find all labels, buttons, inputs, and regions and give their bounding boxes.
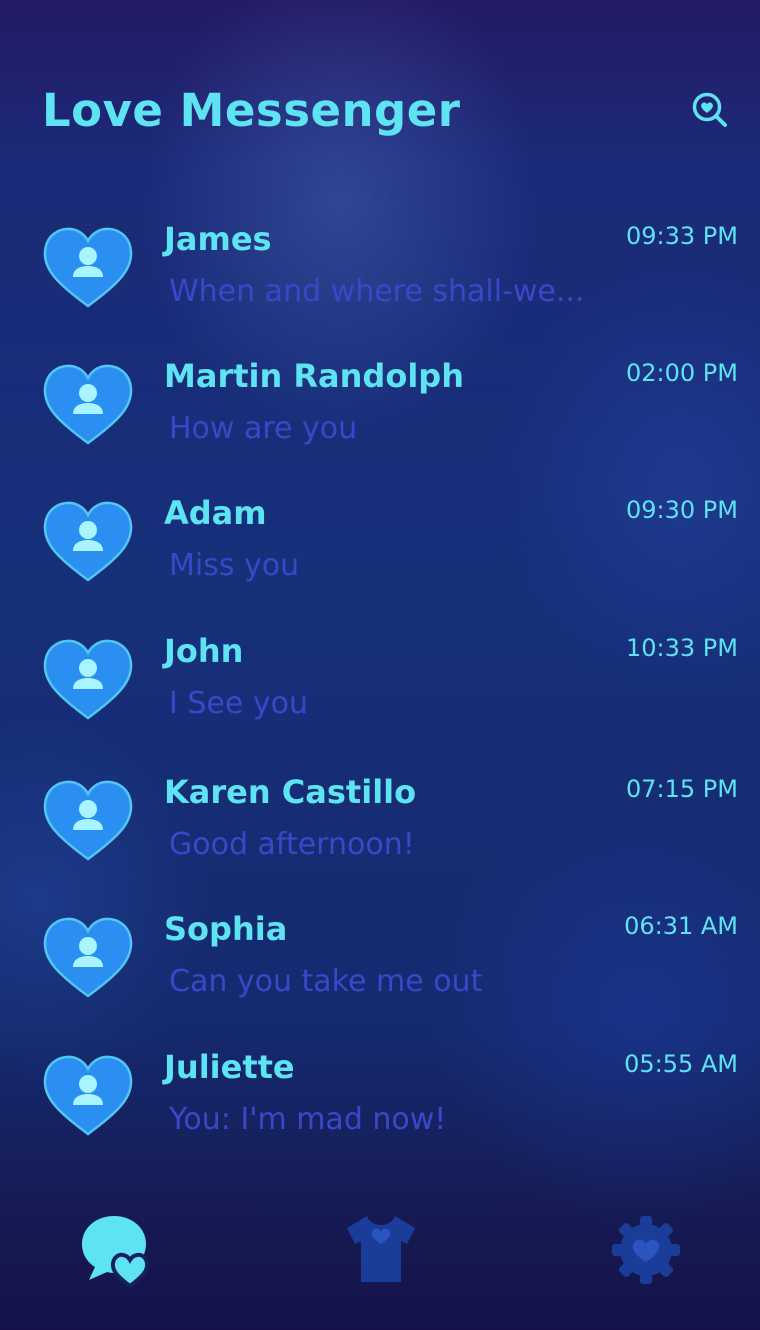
contact-name: Martin Randolph: [164, 357, 464, 395]
message-time: 06:31 AM: [624, 912, 738, 940]
message-preview: Good afternoon!: [169, 827, 415, 862]
message-preview: How are you: [169, 411, 358, 446]
conversation-row[interactable]: Karen Castillo Good afternoon! 07:15 PM: [0, 753, 760, 883]
conversation-row[interactable]: Martin Randolph How are you 02:00 PM: [0, 337, 760, 467]
message-time: 07:15 PM: [626, 775, 738, 803]
message-time: 09:33 PM: [626, 222, 738, 250]
app-title: Love Messenger: [42, 84, 461, 137]
heart-avatar-icon: [42, 500, 134, 584]
heart-avatar-icon: [42, 638, 134, 722]
contact-name: Sophia: [164, 910, 288, 948]
heart-avatar-icon: [42, 1054, 134, 1138]
message-preview: You: I'm mad now!: [169, 1102, 447, 1137]
message-preview: I See you: [169, 686, 308, 721]
heart-search-icon[interactable]: [690, 90, 730, 130]
message-preview: When and where shall-we...: [169, 274, 585, 309]
conversation-row[interactable]: Juliette You: I'm mad now! 05:55 AM: [0, 1028, 760, 1158]
contact-name: Karen Castillo: [164, 773, 417, 811]
message-preview: Miss you: [169, 548, 300, 583]
app-screen: Love Messenger James When and where shal…: [0, 0, 760, 1330]
tshirt-heart-icon[interactable]: [341, 1210, 421, 1290]
message-time: 02:00 PM: [626, 359, 738, 387]
message-time: 05:55 AM: [624, 1050, 738, 1078]
contact-name: John: [164, 632, 244, 670]
bottom-navigation: [0, 1180, 760, 1330]
conversation-row[interactable]: John I See you 10:33 PM: [0, 612, 760, 742]
conversation-row[interactable]: James When and where shall-we... 09:33 P…: [0, 200, 760, 330]
message-time: 10:33 PM: [626, 634, 738, 662]
chat-heart-icon[interactable]: [76, 1210, 156, 1290]
conversation-row[interactable]: Sophia Can you take me out 06:31 AM: [0, 890, 760, 1020]
gear-heart-icon[interactable]: [606, 1210, 686, 1290]
header: Love Messenger: [0, 0, 760, 200]
message-time: 09:30 PM: [626, 496, 738, 524]
heart-avatar-icon: [42, 916, 134, 1000]
heart-avatar-icon: [42, 363, 134, 447]
contact-name: Adam: [164, 494, 267, 532]
heart-avatar-icon: [42, 226, 134, 310]
contact-name: Juliette: [164, 1048, 295, 1086]
message-preview: Can you take me out: [169, 964, 483, 999]
conversation-row[interactable]: Adam Miss you 09:30 PM: [0, 474, 760, 604]
heart-avatar-icon: [42, 779, 134, 863]
contact-name: James: [164, 220, 272, 258]
